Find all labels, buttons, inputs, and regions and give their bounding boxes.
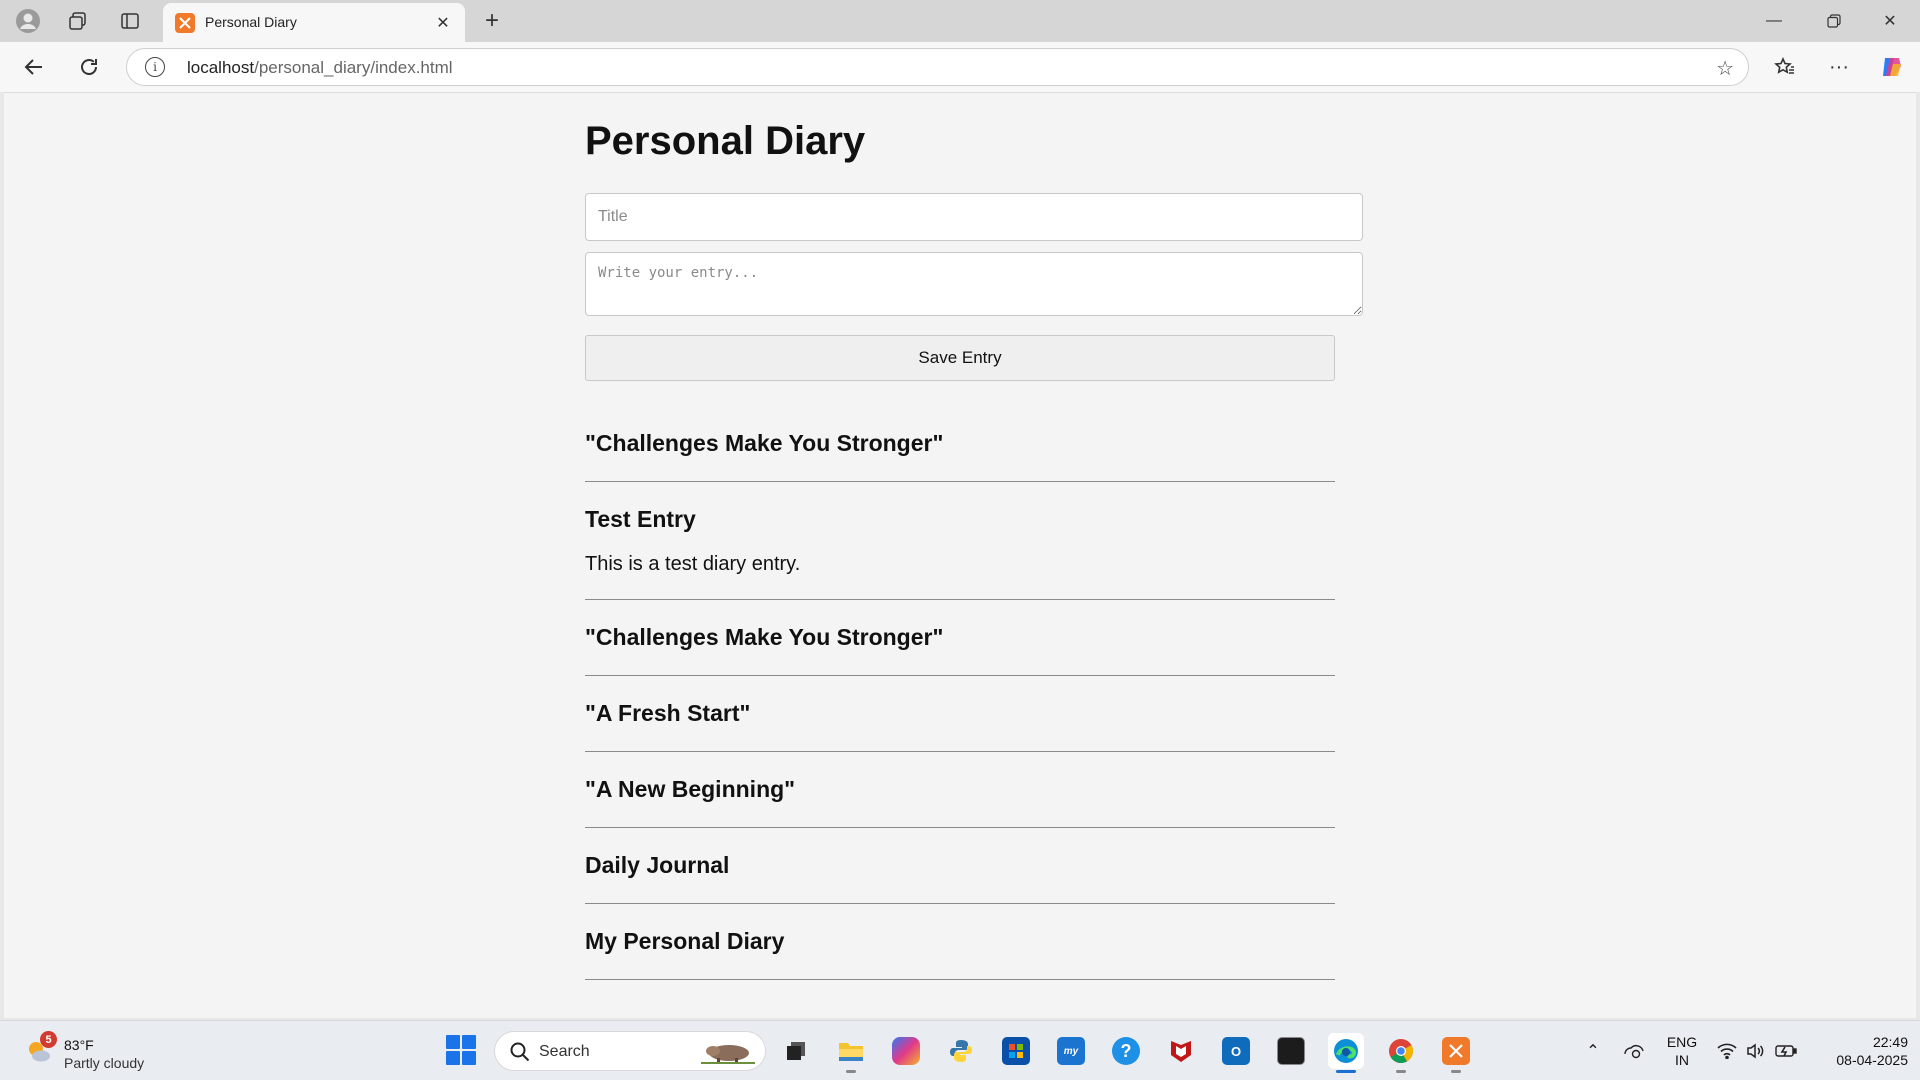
show-hidden-icons-icon[interactable]: ⌃ <box>1582 1031 1604 1071</box>
tab-title: Personal Diary <box>205 14 297 30</box>
list-item: Daily Journal <box>585 828 1335 904</box>
profile-icon[interactable] <box>8 7 48 35</box>
url-text[interactable]: localhost/personal_diary/index.html <box>187 58 453 78</box>
page-viewport: Personal Diary Save Entry "Challenges Ma… <box>4 92 1916 1018</box>
browser-titlebar: Personal Diary ✕ + — ✕ <box>0 0 1920 42</box>
list-item: "A Fresh Start" <box>585 676 1335 752</box>
entry-title: "Challenges Make You Stronger" <box>585 624 944 650</box>
url-path: /personal_diary/index.html <box>254 58 453 77</box>
copilot-icon[interactable] <box>1874 51 1910 83</box>
new-tab-button[interactable]: + <box>476 6 508 36</box>
vertical-tabs-icon[interactable] <box>110 7 150 35</box>
entry-textarea[interactable] <box>585 252 1363 316</box>
weather-description: Partly cloudy <box>64 1055 145 1071</box>
xampp-icon[interactable] <box>1438 1033 1474 1073</box>
clock-time: 22:49 <box>1872 1034 1908 1050</box>
tab-personal-diary[interactable]: Personal Diary ✕ <box>163 3 465 42</box>
favorite-star-icon[interactable]: ☆ <box>1716 56 1734 81</box>
reload-icon[interactable] <box>71 51 107 83</box>
entry-title: "A New Beginning" <box>585 776 796 802</box>
outlook-icon[interactable]: O <box>1218 1033 1254 1069</box>
list-item: My Personal Diary <box>585 904 1335 980</box>
terminal-icon[interactable] <box>1273 1033 1309 1069</box>
search-highlight-icon <box>701 1045 755 1064</box>
language-region: IN <box>1675 1052 1689 1068</box>
file-explorer-icon[interactable] <box>833 1033 869 1073</box>
windows-taskbar: 5 83°F Partly cloudy Search my ? O ⌃ ENG… <box>0 1020 1920 1080</box>
python-icon[interactable] <box>943 1033 979 1069</box>
restore-icon[interactable] <box>1806 0 1862 42</box>
title-input[interactable] <box>585 193 1363 241</box>
weather-temperature: 83°F <box>64 1037 94 1053</box>
taskbar-search[interactable]: Search <box>494 1031 766 1071</box>
wifi-icon[interactable] <box>1715 1031 1739 1071</box>
language-indicator[interactable]: ENG IN <box>1662 1033 1702 1069</box>
entry-title: "A Fresh Start" <box>585 700 751 726</box>
microsoft-store-icon[interactable] <box>998 1033 1034 1069</box>
help-icon[interactable]: ? <box>1108 1033 1144 1069</box>
entry-body: This is a test diary entry. <box>585 553 801 575</box>
save-entry-button[interactable]: Save Entry <box>585 335 1335 381</box>
mcafee-icon[interactable] <box>1163 1033 1199 1069</box>
clock-date: 08-04-2025 <box>1836 1052 1908 1068</box>
entry-title: Test Entry <box>585 506 696 532</box>
battery-icon[interactable] <box>1774 1031 1798 1071</box>
browser-toolbar: i localhost/personal_diary/index.html ☆ … <box>0 42 1920 92</box>
minimize-icon[interactable]: — <box>1746 0 1802 42</box>
back-icon[interactable] <box>16 51 52 83</box>
language-code: ENG <box>1666 1034 1698 1050</box>
list-item: Test Entry This is a test diary entry. <box>585 482 1335 600</box>
myhp-icon[interactable]: my <box>1053 1033 1089 1069</box>
list-item: "A New Beginning" <box>585 752 1335 828</box>
network-sync-icon[interactable] <box>1620 1031 1646 1071</box>
weather-alert-badge: 5 <box>40 1031 57 1048</box>
tab-close-icon[interactable]: ✕ <box>431 11 455 35</box>
chrome-icon[interactable] <box>1383 1033 1419 1073</box>
list-item: "Challenges Make You Stronger" <box>585 600 1335 676</box>
close-window-icon[interactable]: ✕ <box>1862 0 1918 42</box>
favorites-icon[interactable] <box>1767 51 1803 83</box>
workspaces-icon[interactable] <box>58 7 98 35</box>
search-label: Search <box>539 1043 590 1060</box>
volume-icon[interactable] <box>1744 1031 1768 1071</box>
system-clock[interactable]: 22:49 08-04-2025 <box>1808 1033 1908 1069</box>
site-info-icon[interactable]: i <box>145 57 165 77</box>
entry-title: "Challenges Make You Stronger" <box>585 430 944 456</box>
xampp-favicon-icon <box>175 13 195 33</box>
more-options-icon[interactable]: ··· <box>1821 51 1857 83</box>
list-item: "Challenges Make You Stronger" <box>585 406 1335 482</box>
edge-icon[interactable] <box>1328 1033 1364 1073</box>
address-bar[interactable]: i localhost/personal_diary/index.html ☆ <box>126 48 1749 86</box>
copilot-app-icon[interactable] <box>888 1033 924 1069</box>
search-icon <box>510 1042 530 1062</box>
entry-title: Daily Journal <box>585 852 730 878</box>
page-title: Personal Diary <box>585 119 866 163</box>
entry-title: My Personal Diary <box>585 928 785 954</box>
entries-list: "Challenges Make You Stronger" Test Entr… <box>585 406 1335 980</box>
url-host: localhost <box>187 58 255 77</box>
task-view-icon[interactable] <box>778 1033 814 1069</box>
weather-widget[interactable]: 5 83°F Partly cloudy <box>20 1031 170 1073</box>
windows-start-icon[interactable] <box>446 1035 476 1065</box>
